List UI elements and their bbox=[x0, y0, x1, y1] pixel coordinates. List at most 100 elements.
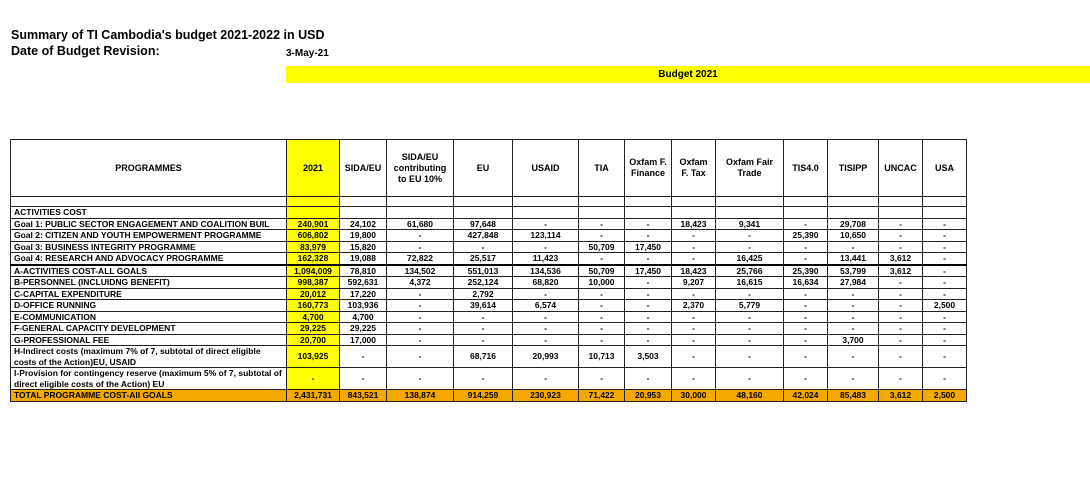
value-cell: 230,923 bbox=[512, 389, 579, 402]
value-cell: 39,614 bbox=[453, 299, 513, 312]
value-cell: 17,450 bbox=[624, 263, 672, 277]
value-cell: - bbox=[783, 345, 828, 368]
value-cell: 2,370 bbox=[671, 299, 716, 312]
value-cell: 30,000 bbox=[671, 389, 716, 402]
value-cell: 29,225 bbox=[286, 322, 340, 335]
value-cell: - bbox=[578, 252, 625, 265]
value-cell: 20,012 bbox=[286, 287, 340, 300]
value-cell: - bbox=[671, 367, 716, 390]
value-cell: 17,450 bbox=[624, 240, 672, 253]
value-cell: - bbox=[578, 299, 625, 312]
value-cell: - bbox=[922, 345, 967, 368]
value-cell: 13,441 bbox=[827, 252, 879, 265]
value-cell: - bbox=[512, 333, 579, 346]
value-cell: - bbox=[783, 333, 828, 346]
value-cell: 78,810 bbox=[339, 263, 387, 277]
value-cell: 138,874 bbox=[386, 389, 454, 402]
value-cell: - bbox=[715, 240, 784, 253]
value-cell: - bbox=[922, 276, 967, 289]
row-label: H-Indirect costs (maximum 7% of 7, subto… bbox=[10, 345, 287, 368]
value-cell: 71,422 bbox=[578, 389, 625, 402]
col-usa: USA bbox=[922, 139, 967, 197]
value-cell: - bbox=[715, 333, 784, 346]
value-cell: 53,799 bbox=[827, 263, 879, 277]
cost-row: A-ACTIVITIES COST-ALL GOALS 1,094,009 78,8… bbox=[10, 263, 967, 277]
value-cell: - bbox=[827, 310, 879, 323]
value-cell: 998,387 bbox=[286, 276, 340, 289]
value-cell: 2,792 bbox=[453, 287, 513, 300]
value-cell: 4,700 bbox=[286, 310, 340, 323]
value-cell: 19,088 bbox=[339, 252, 387, 265]
value-cell: - bbox=[671, 229, 716, 242]
value-cell: - bbox=[922, 263, 967, 277]
value-cell: - bbox=[827, 287, 879, 300]
value-cell: 85,483 bbox=[827, 389, 879, 402]
value-cell: - bbox=[671, 333, 716, 346]
value-cell: - bbox=[512, 240, 579, 253]
col-uncac: UNCAC bbox=[878, 139, 923, 197]
goal-row: Goal 3: BUSINESS INTEGRITY PROGRAMME 83,9… bbox=[10, 240, 967, 253]
cost-row: E-COMMUNICATION 4,700 4,700- - - - - - - - - - - bbox=[10, 310, 967, 323]
value-cell: 68,716 bbox=[453, 345, 513, 368]
value-cell: 15,820 bbox=[339, 240, 387, 253]
value-cell: - bbox=[922, 333, 967, 346]
value-cell: - bbox=[512, 310, 579, 323]
section-label: ACTIVITIES COST bbox=[10, 206, 287, 219]
value-cell: 252,124 bbox=[453, 276, 513, 289]
value-cell: 123,114 bbox=[512, 229, 579, 242]
col-2021: 2021 bbox=[286, 139, 340, 197]
value-cell: - bbox=[783, 310, 828, 323]
indirect-row: H-Indirect costs (maximum 7% of 7, subto… bbox=[10, 345, 967, 368]
value-cell: - bbox=[827, 322, 879, 335]
value-cell: - bbox=[339, 345, 387, 368]
value-cell: - bbox=[386, 287, 454, 300]
value-cell: - bbox=[624, 252, 672, 265]
budget-table: PROGRAMMES 2021 SIDA/EU SIDA/EU contribu… bbox=[10, 139, 967, 402]
value-cell: 29,225 bbox=[339, 322, 387, 335]
value-cell: - bbox=[827, 240, 879, 253]
value-cell: - bbox=[922, 310, 967, 323]
value-cell: 551,013 bbox=[453, 263, 513, 277]
col-eu: EU bbox=[453, 139, 513, 197]
row-label: E-COMMUNICATION bbox=[10, 310, 287, 323]
value-cell: 50,709 bbox=[578, 240, 625, 253]
value-cell: - bbox=[878, 310, 923, 323]
row-label: Goal 1: PUBLIC SECTOR ENGAGEMENT AND COA… bbox=[10, 217, 287, 230]
value-cell: - bbox=[671, 240, 716, 253]
value-cell: 134,502 bbox=[386, 263, 454, 277]
value-cell: 42,024 bbox=[783, 389, 828, 402]
row-label: C-CAPITAL EXPENDITURE bbox=[10, 287, 287, 300]
revision-label: Date of Budget Revision: bbox=[11, 44, 160, 58]
value-cell: - bbox=[512, 367, 579, 390]
value-cell: 24,102 bbox=[339, 217, 387, 230]
value-cell: - bbox=[339, 367, 387, 390]
value-cell: 843,521 bbox=[339, 389, 387, 402]
value-cell: - bbox=[578, 217, 625, 230]
value-cell: - bbox=[671, 345, 716, 368]
value-cell: 48,160 bbox=[715, 389, 784, 402]
col-tisipp: TISIPP bbox=[827, 139, 879, 197]
value-cell: - bbox=[386, 229, 454, 242]
value-cell: 4,372 bbox=[386, 276, 454, 289]
value-cell: - bbox=[878, 276, 923, 289]
value-cell: 20,993 bbox=[512, 345, 579, 368]
value-cell: 9,207 bbox=[671, 276, 716, 289]
value-cell: 134,536 bbox=[512, 263, 579, 277]
value-cell: - bbox=[671, 322, 716, 335]
col-tia: TIA bbox=[578, 139, 625, 197]
value-cell: - bbox=[624, 322, 672, 335]
value-cell: 16,615 bbox=[715, 276, 784, 289]
col-sida-eu-contrib: SIDA/EU contributing to EU 10% bbox=[386, 139, 454, 197]
value-cell: - bbox=[671, 287, 716, 300]
value-cell: - bbox=[386, 333, 454, 346]
report-title: Summary of TI Cambodia's budget 2021-202… bbox=[11, 28, 325, 42]
value-cell: 10,000 bbox=[578, 276, 625, 289]
value-cell: - bbox=[715, 345, 784, 368]
value-cell: - bbox=[453, 240, 513, 253]
value-cell: - bbox=[386, 240, 454, 253]
value-cell: 17,000 bbox=[339, 333, 387, 346]
value-cell: 606,802 bbox=[286, 229, 340, 242]
value-cell: - bbox=[578, 229, 625, 242]
value-cell: - bbox=[922, 229, 967, 242]
value-cell: - bbox=[783, 217, 828, 230]
